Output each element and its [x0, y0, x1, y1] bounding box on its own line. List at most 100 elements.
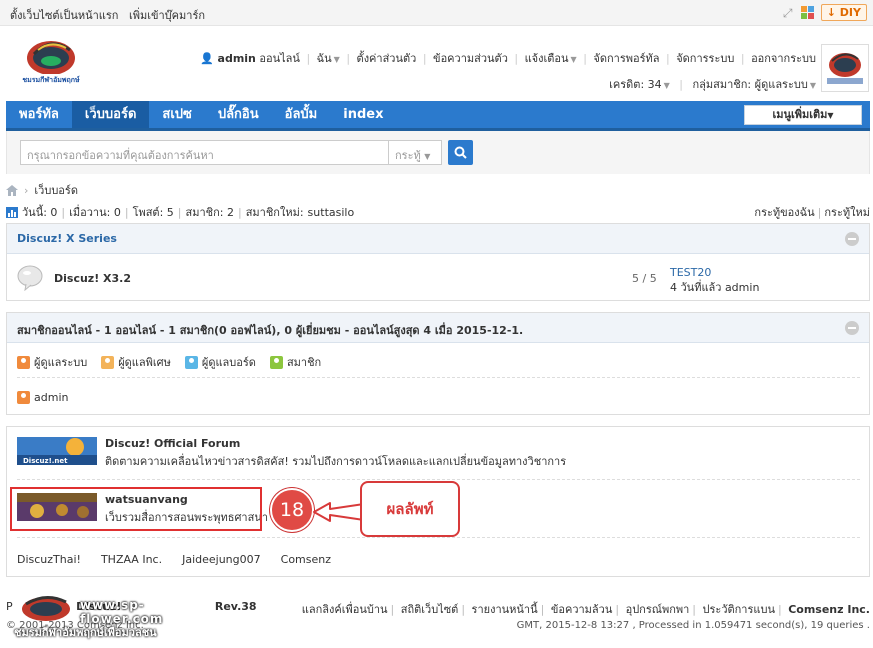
footer-link[interactable]: อุปกรณ์พกพา: [626, 603, 690, 616]
breadcrumb-forum[interactable]: เว็บบอร์ด: [34, 181, 78, 199]
menu-messages[interactable]: ข้อความส่วนตัว: [433, 52, 508, 65]
legend-item: ผู้ดูแลพิเศษ: [101, 353, 171, 371]
copyright: © 2001-2013 Comsenz Inc.: [6, 620, 144, 631]
stats-today: วันนี้: 0: [22, 206, 58, 219]
online-panel: สมาชิกออนไลน์ - 1 ออนไลน์ - 1 สมาชิก(0 อ…: [6, 312, 870, 415]
chevron-down-icon: ▼: [663, 81, 670, 90]
online-user-link[interactable]: admin: [34, 391, 68, 404]
search-type-select[interactable]: กระทู้ ▼: [388, 140, 442, 165]
last-post-title-link[interactable]: TEST20: [670, 265, 759, 280]
footer-link[interactable]: สถิติเว็บไซต์: [401, 603, 459, 616]
usergroup-link[interactable]: กลุ่มสมาชิก: ผู้ดูแลระบบ: [693, 78, 808, 91]
divider: [17, 537, 860, 538]
footer-brand-link[interactable]: Comsenz Inc.: [788, 603, 870, 616]
online-user: admin: [17, 391, 68, 404]
thumb-label: Discuz!.net: [23, 457, 68, 465]
footer-link[interactable]: รายงานหน้านี้: [472, 603, 538, 616]
text-link[interactable]: DiscuzThai!: [17, 553, 81, 566]
text-link[interactable]: Comsenz: [281, 553, 331, 566]
fullscreen-icon[interactable]: ⤢: [781, 6, 795, 20]
menu-logout[interactable]: ออกจากระบบ: [751, 52, 816, 65]
site-logo[interactable]: ชมรมกีฬาอัมพฤกษ์: [14, 36, 88, 88]
newest-member-link[interactable]: suttasilo: [308, 206, 355, 219]
breadcrumb: › เว็บบอร์ด: [6, 181, 78, 199]
nav-index[interactable]: index: [330, 101, 396, 128]
menu-me[interactable]: ฉัน: [317, 52, 332, 65]
top-bar: ตั้งเว็บไซต์เป็นหน้าแรก เพิ่มเข้าบุ๊คมาร…: [0, 0, 873, 26]
menu-portal-admin[interactable]: จัดการพอร์ทัล: [593, 52, 659, 65]
link-desc: ติดตามความเคลื่อนไหวข่าวสารดิสคัส! รวมไป…: [105, 455, 567, 468]
collapse-icon[interactable]: [845, 232, 859, 246]
footer-link[interactable]: แลกลิงค์เพื่อนบ้าน: [302, 603, 388, 616]
discuz-logo-thumb[interactable]: Discuz!.net: [17, 437, 97, 465]
style-icon[interactable]: [801, 5, 815, 20]
online-title[interactable]: สมาชิกออนไลน์ - 1 ออนไลน์ - 1 สมาชิก(0 อ…: [17, 321, 523, 339]
nav-portal[interactable]: พอร์ทัล: [6, 101, 72, 128]
last-post-meta[interactable]: 4 วันที่แล้ว admin: [670, 280, 759, 295]
avatar[interactable]: [821, 44, 869, 92]
powered-link[interactable]: Discuz!: [76, 600, 121, 613]
forum-stats: วันนี้: 0 | เมื่อวาน: 0 | โพสต์: 5 | สมาชิก…: [6, 203, 354, 221]
text-link[interactable]: Jaideejung007: [182, 553, 261, 566]
highlight-box: [10, 487, 262, 531]
forum-bubble-icon: [17, 265, 43, 291]
link-name[interactable]: Discuz! Official Forum: [105, 437, 566, 450]
category-title[interactable]: Discuz! X Series: [17, 232, 117, 245]
category-panel: Discuz! X Series Discuz! X3.2 5 / 5 TEST…: [6, 223, 870, 301]
legend-label: ผู้ดูแลระบบ: [34, 356, 88, 369]
chevron-down-icon: ▼: [424, 152, 431, 161]
chevron-down-icon: ▼: [809, 81, 816, 90]
stats-newest-label: สมาชิกใหม่:: [245, 206, 304, 219]
svg-text:ชมรมกีฬาอัมพฤกษ์: ชมรมกีฬาอัมพฤกษ์: [22, 75, 80, 84]
legend-label: ผู้ดูแลพิเศษ: [118, 356, 171, 369]
admin-user-icon: [17, 355, 30, 369]
my-threads-link[interactable]: กระทู้ของฉัน: [754, 206, 814, 219]
nav-space[interactable]: สเปซ: [149, 101, 204, 128]
menu-settings[interactable]: ตั้งค่าส่วนตัว: [357, 52, 417, 65]
username-link[interactable]: admin: [218, 52, 256, 65]
forum-name-link[interactable]: Discuz! X3.2: [54, 272, 131, 285]
nav-forum[interactable]: เว็บบอร์ด: [71, 101, 150, 128]
add-bookmark-link[interactable]: เพิ่มเข้าบุ๊คมาร์ก: [129, 9, 205, 22]
set-homepage-link[interactable]: ตั้งเว็บไซต์เป็นหน้าแรก: [10, 9, 118, 22]
new-threads-link[interactable]: กระทู้ใหม่: [824, 206, 870, 219]
admin-user-icon: [17, 391, 30, 404]
search-icon: [454, 146, 467, 159]
legend-item: ผู้ดูแลบอร์ด: [184, 353, 256, 371]
more-menu-button[interactable]: เมนูเพิ่มเติม▼: [744, 105, 862, 125]
online-status[interactable]: ออนไลน์: [259, 52, 300, 65]
stats-posts: โพสต์: 5: [132, 206, 174, 219]
chevron-down-icon: ▼: [333, 55, 340, 64]
footer-links: แลกลิงค์เพื่อนบ้าน | สถิติเว็บไซต์ | รายงา…: [301, 603, 870, 616]
member-user-icon: [269, 355, 283, 369]
menu-system-admin[interactable]: จัดการระบบ: [676, 52, 734, 65]
footer-processing-info: GMT, 2015-12-8 13:27 , Processed in 1.05…: [516, 620, 870, 631]
user-icon: 👤: [200, 52, 215, 65]
nav-album[interactable]: อัลบั้ม: [272, 101, 331, 128]
credit-link[interactable]: เครดิต: 34: [609, 78, 662, 91]
nav-plugin[interactable]: ปลั๊กอิน: [205, 101, 272, 128]
thread-links: กระทู้ของฉัน | กระทู้ใหม่: [754, 206, 870, 219]
stats-members: สมาชิก: 2: [185, 206, 234, 219]
text-link[interactable]: THZAA Inc.: [101, 553, 162, 566]
menu-notifications[interactable]: แจ้งเตือน: [525, 52, 569, 65]
search-type-label: กระทู้: [395, 149, 421, 162]
supermod-user-icon: [101, 355, 115, 369]
search-bar: กรุณากรอกข้อความที่คุณต้องการค้นหา กระทู…: [6, 131, 870, 174]
divider: [17, 479, 860, 480]
chevron-down-icon: ▼: [570, 55, 577, 64]
search-input[interactable]: กรุณากรอกข้อความที่คุณต้องการค้นหา: [20, 140, 389, 165]
legend-item: ผู้ดูแลระบบ: [17, 353, 87, 371]
home-icon[interactable]: [6, 184, 18, 196]
top-links: ตั้งเว็บไซต์เป็นหน้าแรก เพิ่มเข้าบุ๊คมาร…: [10, 6, 212, 24]
diy-arrow-icon: ↓: [826, 6, 836, 19]
diy-button[interactable]: ↓ DIY: [820, 4, 867, 21]
footer-link[interactable]: ข้อความล้วน: [551, 603, 613, 616]
collapse-icon[interactable]: [845, 321, 859, 335]
callout-label: ผลลัพท์: [360, 481, 460, 537]
version-label: Rev.38: [214, 600, 257, 613]
arrow-icon: [313, 502, 364, 522]
search-button[interactable]: [448, 140, 473, 165]
footer-link[interactable]: ประวัติการแบน: [703, 603, 775, 616]
legend-label: สมาชิก: [286, 356, 322, 369]
